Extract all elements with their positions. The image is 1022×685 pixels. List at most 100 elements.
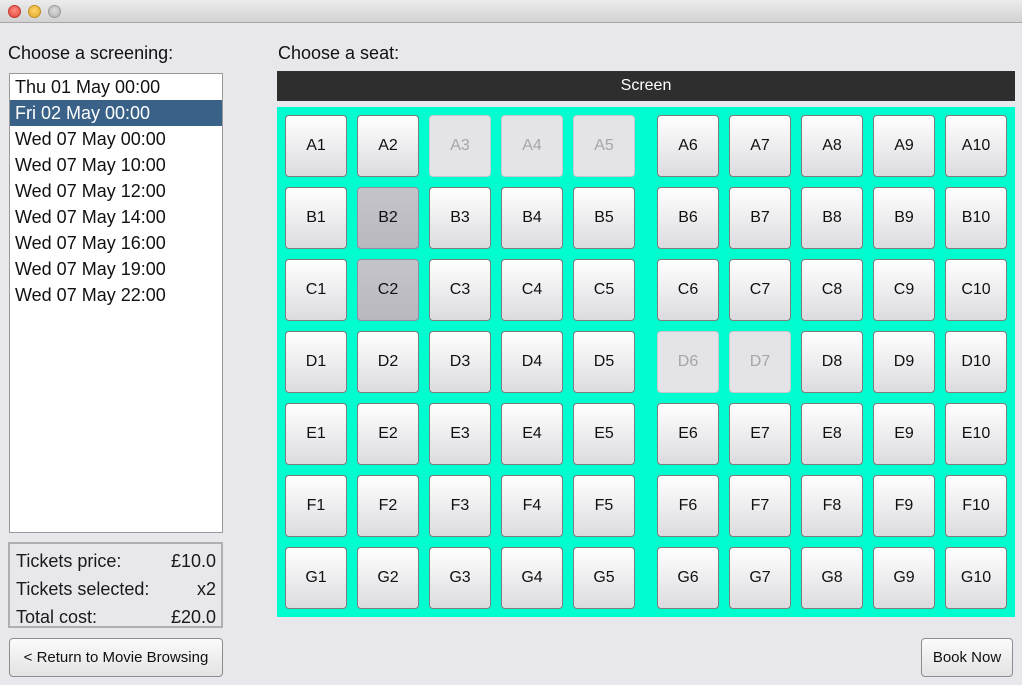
seat-c8[interactable]: C8 <box>801 259 863 321</box>
tickets-price-row: Tickets price: £10.0 <box>16 548 216 574</box>
total-cost-label: Total cost: <box>16 606 98 627</box>
seat-d10[interactable]: D10 <box>945 331 1007 393</box>
seat-a3: A3 <box>429 115 491 177</box>
screening-item[interactable]: Wed 07 May 19:00 <box>10 256 222 282</box>
seat-f1[interactable]: F1 <box>285 475 347 537</box>
seat-d7: D7 <box>729 331 791 393</box>
seat-c3[interactable]: C3 <box>429 259 491 321</box>
tickets-price-value: £10.0 <box>170 550 216 571</box>
window-titlebar <box>0 0 1022 23</box>
seat-g3[interactable]: G3 <box>429 547 491 609</box>
seat-c2[interactable]: C2 <box>357 259 419 321</box>
seat-e9[interactable]: E9 <box>873 403 935 465</box>
seat-d9[interactable]: D9 <box>873 331 935 393</box>
seat-b7[interactable]: B7 <box>729 187 791 249</box>
seat-e7[interactable]: E7 <box>729 403 791 465</box>
seat-d1[interactable]: D1 <box>285 331 347 393</box>
seat-f7[interactable]: F7 <box>729 475 791 537</box>
seat-d5[interactable]: D5 <box>573 331 635 393</box>
book-now-button[interactable]: Book Now <box>921 638 1013 677</box>
screening-item[interactable]: Wed 07 May 12:00 <box>10 178 222 204</box>
tickets-selected-label: Tickets selected: <box>16 578 150 599</box>
seat-g5[interactable]: G5 <box>573 547 635 609</box>
seat-c7[interactable]: C7 <box>729 259 791 321</box>
seat-a9[interactable]: A9 <box>873 115 935 177</box>
seat-f2[interactable]: F2 <box>357 475 419 537</box>
seat-e1[interactable]: E1 <box>285 403 347 465</box>
seat-c9[interactable]: C9 <box>873 259 935 321</box>
seat-c6[interactable]: C6 <box>657 259 719 321</box>
seat-g8[interactable]: G8 <box>801 547 863 609</box>
seat-g2[interactable]: G2 <box>357 547 419 609</box>
ticket-summary-panel: Tickets price: £10.0 Tickets selected: x… <box>8 542 223 628</box>
choose-screening-label: Choose a screening: <box>8 43 174 63</box>
seat-f8[interactable]: F8 <box>801 475 863 537</box>
seat-a2[interactable]: A2 <box>357 115 419 177</box>
seat-e3[interactable]: E3 <box>429 403 491 465</box>
seat-g10[interactable]: G10 <box>945 547 1007 609</box>
choose-seat-label: Choose a seat: <box>278 43 400 63</box>
seat-g9[interactable]: G9 <box>873 547 935 609</box>
total-cost-row: Total cost: £20.0 <box>16 604 216 630</box>
seat-f4[interactable]: F4 <box>501 475 563 537</box>
seat-f10[interactable]: F10 <box>945 475 1007 537</box>
seat-f3[interactable]: F3 <box>429 475 491 537</box>
seat-e4[interactable]: E4 <box>501 403 563 465</box>
screening-item[interactable]: Wed 07 May 22:00 <box>10 282 222 308</box>
seat-d2[interactable]: D2 <box>357 331 419 393</box>
screening-list[interactable]: Thu 01 May 00:00 Fri 02 May 00:00 Wed 07 M… <box>9 73 223 533</box>
seat-a5: A5 <box>573 115 635 177</box>
seat-d3[interactable]: D3 <box>429 331 491 393</box>
seat-a7[interactable]: A7 <box>729 115 791 177</box>
seat-c10[interactable]: C10 <box>945 259 1007 321</box>
total-cost-value: £20.0 <box>170 606 216 627</box>
screening-item[interactable]: Wed 07 May 16:00 <box>10 230 222 256</box>
tickets-selected-row: Tickets selected: x2 <box>16 576 216 602</box>
seat-b9[interactable]: B9 <box>873 187 935 249</box>
seat-d8[interactable]: D8 <box>801 331 863 393</box>
seat-a6[interactable]: A6 <box>657 115 719 177</box>
seat-c1[interactable]: C1 <box>285 259 347 321</box>
seat-f5[interactable]: F5 <box>573 475 635 537</box>
seat-g4[interactable]: G4 <box>501 547 563 609</box>
seat-b8[interactable]: B8 <box>801 187 863 249</box>
close-window-icon[interactable] <box>8 5 21 18</box>
seat-e5[interactable]: E5 <box>573 403 635 465</box>
seat-g6[interactable]: G6 <box>657 547 719 609</box>
tickets-price-label: Tickets price: <box>16 550 122 571</box>
screening-item[interactable]: Wed 07 May 14:00 <box>10 204 222 230</box>
seat-b3[interactable]: B3 <box>429 187 491 249</box>
seat-e10[interactable]: E10 <box>945 403 1007 465</box>
seat-g7[interactable]: G7 <box>729 547 791 609</box>
seat-b1[interactable]: B1 <box>285 187 347 249</box>
seat-e2[interactable]: E2 <box>357 403 419 465</box>
seat-e6[interactable]: E6 <box>657 403 719 465</box>
seat-c4[interactable]: C4 <box>501 259 563 321</box>
return-to-movie-browsing-button[interactable]: < Return to Movie Browsing <box>9 638 223 677</box>
seat-b5[interactable]: B5 <box>573 187 635 249</box>
seat-a4: A4 <box>501 115 563 177</box>
seat-g1[interactable]: G1 <box>285 547 347 609</box>
seat-f6[interactable]: F6 <box>657 475 719 537</box>
screening-item[interactable]: Fri 02 May 00:00 <box>10 100 222 126</box>
screening-item[interactable]: Wed 07 May 00:00 <box>10 126 222 152</box>
zoom-window-icon[interactable] <box>48 5 61 18</box>
screen-bar: Screen <box>277 71 1015 101</box>
screening-item[interactable]: Wed 07 May 10:00 <box>10 152 222 178</box>
seat-e8[interactable]: E8 <box>801 403 863 465</box>
seat-c5[interactable]: C5 <box>573 259 635 321</box>
seat-f9[interactable]: F9 <box>873 475 935 537</box>
seat-b4[interactable]: B4 <box>501 187 563 249</box>
seat-d4[interactable]: D4 <box>501 331 563 393</box>
seat-a8[interactable]: A8 <box>801 115 863 177</box>
seat-b2[interactable]: B2 <box>357 187 419 249</box>
seat-map: A1 A2 A3 A4 A5 A6 A7 A8 A9 A10 B1 B2 B3 B4 B5 B6 B7 B8 B9 B… <box>277 107 1015 617</box>
seat-b6[interactable]: B6 <box>657 187 719 249</box>
seat-b10[interactable]: B10 <box>945 187 1007 249</box>
screening-item[interactable]: Thu 01 May 00:00 <box>10 74 222 100</box>
seat-a10[interactable]: A10 <box>945 115 1007 177</box>
seat-a1[interactable]: A1 <box>285 115 347 177</box>
seat-d6: D6 <box>657 331 719 393</box>
minimize-window-icon[interactable] <box>28 5 41 18</box>
tickets-selected-value: x2 <box>196 578 216 599</box>
